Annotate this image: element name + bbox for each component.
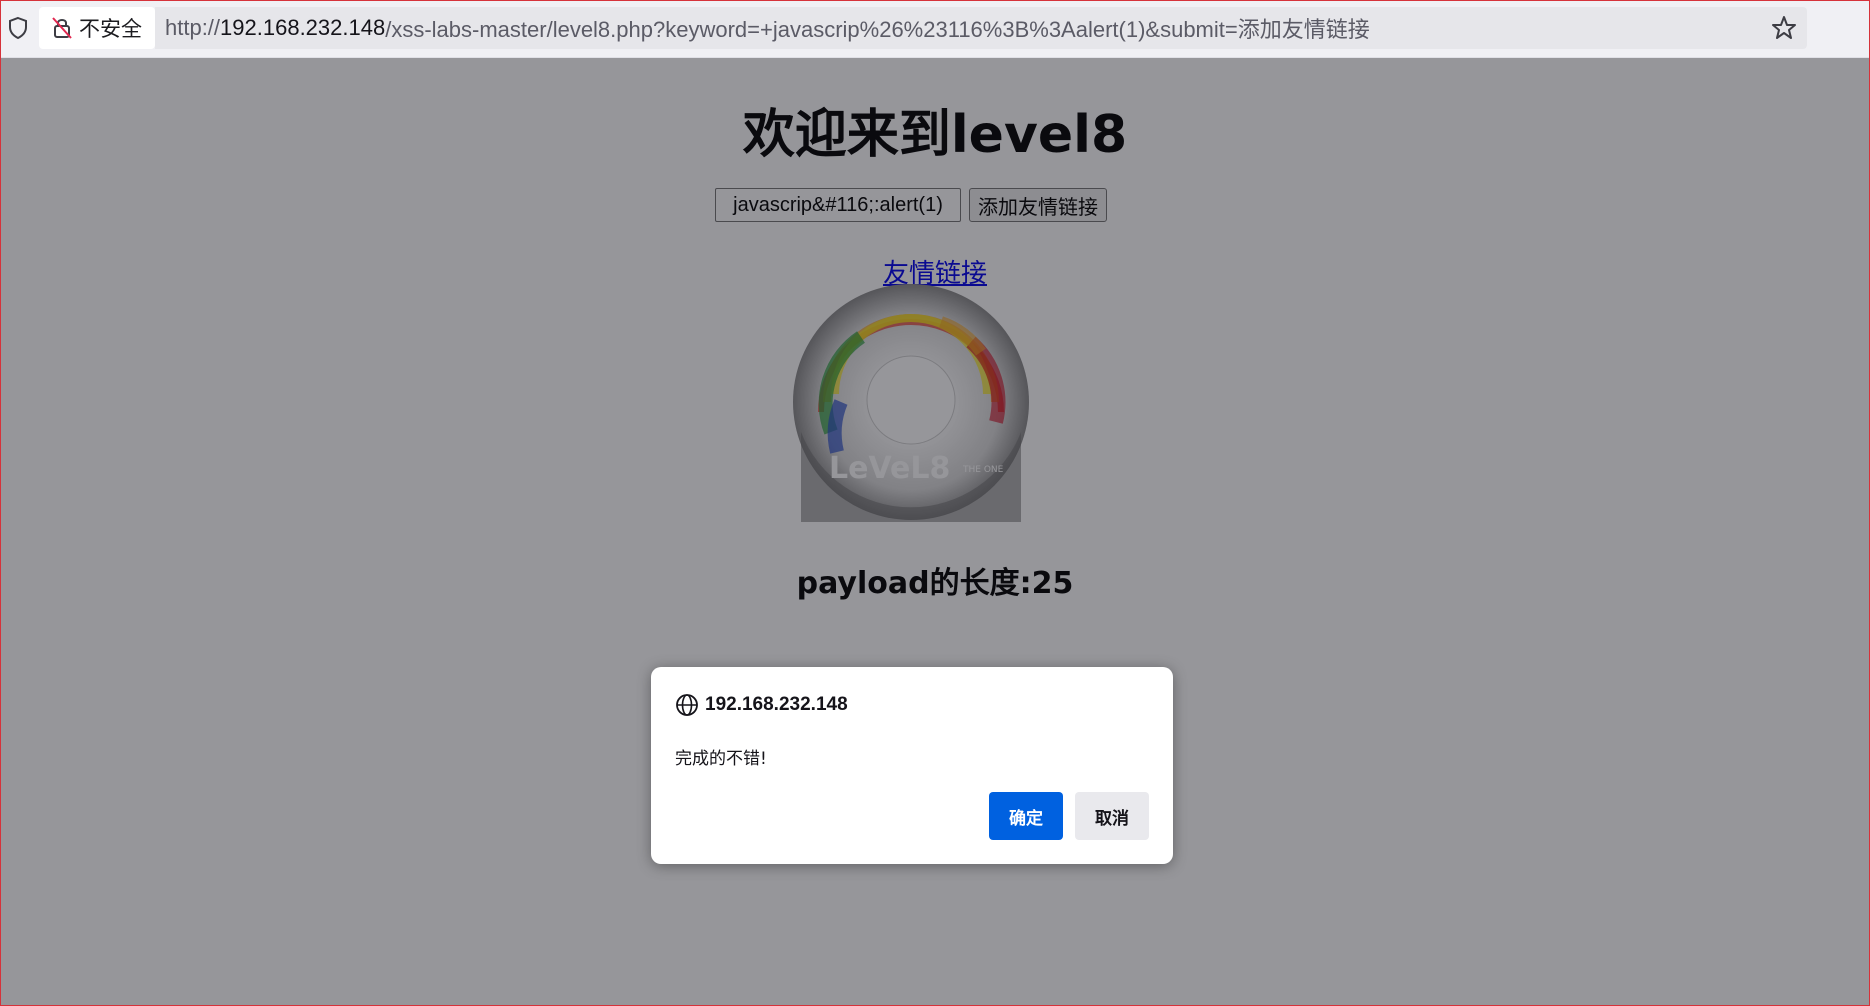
security-label: 不安全 bbox=[79, 17, 142, 41]
alert-dialog: 192.168.232.148 完成的不错! 确定 取消 bbox=[651, 667, 1173, 864]
dialog-origin: 192.168.232.148 bbox=[675, 693, 848, 717]
url-path: /xss-labs-master/level8.php?keyword=+jav… bbox=[385, 17, 1370, 42]
browser-toolbar: 不安全 http://192.168.232.148/xss-labs-mast… bbox=[1, 1, 1869, 58]
url-host: 192.168.232.148 bbox=[220, 15, 386, 40]
shield-icon[interactable] bbox=[8, 16, 28, 40]
ok-button[interactable]: 确定 bbox=[989, 792, 1063, 840]
site-security-indicator[interactable]: 不安全 bbox=[39, 7, 155, 49]
globe-icon bbox=[676, 694, 698, 716]
bookmark-star-icon[interactable] bbox=[1771, 15, 1797, 41]
url-scheme: http:// bbox=[165, 15, 221, 40]
insecure-lock-icon bbox=[52, 17, 72, 39]
address-bar[interactable]: http://192.168.232.148/xss-labs-master/l… bbox=[155, 7, 1807, 49]
browser-window: 不安全 http://192.168.232.148/xss-labs-mast… bbox=[0, 0, 1870, 1006]
cancel-button[interactable]: 取消 bbox=[1075, 792, 1149, 840]
dialog-origin-host: 192.168.232.148 bbox=[705, 694, 848, 715]
dialog-message: 完成的不错! bbox=[675, 749, 767, 769]
